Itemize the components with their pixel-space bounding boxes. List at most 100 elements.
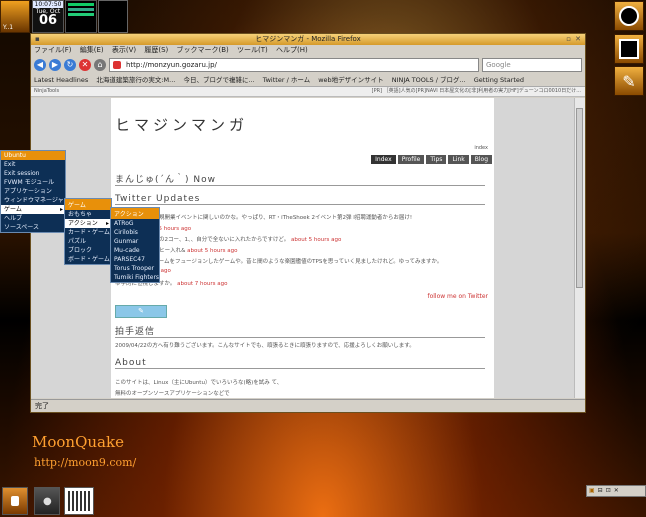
stop-icon[interactable]: ✕ xyxy=(79,59,91,71)
bookmark-item[interactable]: Getting Started xyxy=(474,76,524,84)
url-text: http://monzyun.gozaru.jp/ xyxy=(126,61,217,69)
back-icon[interactable]: ◀ xyxy=(34,59,46,71)
bookmark-item[interactable]: 北海道建築旅行の実文:M... xyxy=(96,76,175,84)
menu-tools[interactable]: ツール(T) xyxy=(237,46,268,54)
status-bar: 完了 xyxy=(31,399,585,412)
qr-pattern xyxy=(68,491,90,511)
mem-bar xyxy=(68,8,94,11)
menu-history[interactable]: 履歴(S) xyxy=(144,46,168,54)
action-submenu: アクション ATRoG Cirilobis Gunmar Mu-cade PAR… xyxy=(110,207,160,283)
ad-toolbar-left[interactable]: NinjaTools xyxy=(34,88,59,94)
clock-time: 10:07:50 xyxy=(33,1,63,8)
url-bar[interactable]: http://monzyun.gozaru.jp/ xyxy=(109,58,479,72)
search-input[interactable]: Google xyxy=(482,58,582,72)
forward-icon[interactable]: ▶ xyxy=(49,59,61,71)
menu-bookmarks[interactable]: ブックマーク(B) xyxy=(177,46,229,54)
submenu-arrow-icon: ▸ xyxy=(59,206,63,213)
terminal-icon xyxy=(619,39,639,59)
clock-day: 06 xyxy=(38,13,58,28)
window-titlebar[interactable]: ヒマジンマンガ - Mozilla Firefox ▪ ▫ ✕ xyxy=(31,34,585,45)
tweet-timestamp[interactable]: about 7 hours ago xyxy=(177,281,227,287)
window-title: ヒマジンマンガ - Mozilla Firefox xyxy=(255,35,361,43)
scrollbar-thumb[interactable] xyxy=(576,108,583,288)
window-menu-icon[interactable]: ▪ xyxy=(35,34,40,45)
root-menu-header: Ubuntu xyxy=(1,151,65,160)
tab-link[interactable]: Link xyxy=(448,155,469,164)
menu-item-game[interactable]: PARSEC47 xyxy=(111,255,159,264)
dock-launcher[interactable]: Y..1 xyxy=(0,0,30,33)
dock-app-3[interactable]: ✎ xyxy=(614,66,644,96)
dock-app-2[interactable] xyxy=(614,34,644,64)
status-text: 完了 xyxy=(35,402,49,410)
follow-link[interactable]: follow me on Twitter xyxy=(427,293,488,300)
ubuntu-icon xyxy=(11,496,19,506)
bottom-launcher-1[interactable] xyxy=(2,487,28,515)
menu-item-label: ゲーム xyxy=(4,206,22,213)
tray-icon-1[interactable]: ▣ xyxy=(589,486,595,496)
site-favicon xyxy=(113,61,121,69)
tray-icon-3[interactable]: ⊡ xyxy=(606,486,611,496)
navigation-toolbar: ◀ ▶ ↻ ✕ ⌂ http://monzyun.gozaru.jp/ Goog… xyxy=(31,56,585,74)
tray-icon-2[interactable]: ⊟ xyxy=(598,486,603,496)
menu-item-game[interactable]: Tumiki Fighters xyxy=(111,273,159,282)
tools-icon: ✎ xyxy=(622,71,636,91)
menu-item-puzzle[interactable]: パズル xyxy=(65,237,111,246)
bookmark-item[interactable]: 今日、ブログで複雑に... xyxy=(183,76,254,84)
tweet-timestamp[interactable]: about 5 hours ago xyxy=(187,248,237,254)
tweet-timestamp[interactable]: about 5 hours ago xyxy=(291,237,341,243)
menu-item-applications[interactable]: アプリケーション xyxy=(1,187,65,196)
menu-item-game[interactable]: Gunmar xyxy=(111,237,159,246)
bookmark-item[interactable]: web地デザインサイト xyxy=(318,76,383,84)
menu-edit[interactable]: 編集(E) xyxy=(80,46,104,54)
pager-widget[interactable] xyxy=(98,0,128,33)
tab-tips[interactable]: Tips xyxy=(426,155,447,164)
menu-item-games[interactable]: ゲーム ▸ xyxy=(1,205,65,214)
reload-icon[interactable]: ↻ xyxy=(64,59,76,71)
section-about-heading: About xyxy=(115,358,485,369)
dock-app-1[interactable] xyxy=(614,1,644,31)
section-twitter-heading: Twitter Updates xyxy=(115,194,485,205)
menu-view[interactable]: 表示(V) xyxy=(112,46,136,54)
share-button[interactable]: ✎ xyxy=(115,305,167,318)
qr-code-image xyxy=(64,487,94,515)
menu-item-game[interactable]: ATRoG xyxy=(111,219,159,228)
bookmark-item[interactable]: Twitter / ホーム xyxy=(263,76,310,84)
moon-icon xyxy=(619,6,639,26)
menu-help[interactable]: ヘルプ(H) xyxy=(276,46,308,54)
menu-item-game[interactable]: Cirilobis xyxy=(111,228,159,237)
bottom-launcher-2[interactable]: ● xyxy=(34,487,60,515)
menu-item-exit[interactable]: Exit xyxy=(1,160,65,169)
minimize-icon[interactable]: ▫ xyxy=(566,34,571,45)
vertical-scrollbar[interactable] xyxy=(574,98,585,398)
system-monitor-widget xyxy=(65,0,97,33)
menu-item-toys[interactable]: おもちゃ xyxy=(65,210,111,219)
submenu-arrow-icon: ▸ xyxy=(105,220,109,227)
home-icon[interactable]: ⌂ xyxy=(94,59,106,71)
menu-item-fvwm-modules[interactable]: FVWM モジュール xyxy=(1,178,65,187)
ad-toolbar-right[interactable]: [PR] ［英語]人気の[PR]NAVI 日本屋文化の[非]利用者の実力[HF]… xyxy=(372,87,581,96)
tab-blog[interactable]: Blog xyxy=(470,155,492,164)
tray-icon-4[interactable]: ✕ xyxy=(614,486,619,496)
tab-profile[interactable]: Profile xyxy=(397,155,425,164)
site-nav: Index Profile Tips Link Blog xyxy=(371,155,492,164)
menu-file[interactable]: ファイル(F) xyxy=(34,46,72,54)
menu-item-help[interactable]: ヘルプ xyxy=(1,214,65,223)
menu-item-blocks[interactable]: ブロック xyxy=(65,246,111,255)
menu-item-window-manager[interactable]: ウィンドウマネージャ xyxy=(1,196,65,205)
menu-item-exit-session[interactable]: Exit session xyxy=(1,169,65,178)
bookmark-item[interactable]: NINJA TOOLS / ブログ... xyxy=(392,76,466,84)
menu-item-action[interactable]: アクション ▸ xyxy=(65,219,111,228)
section-reply-heading: 拍手返信 xyxy=(115,324,485,338)
system-tray: ▣ ⊟ ⊡ ✕ xyxy=(586,485,646,497)
site-title: ヒマジンマンガ xyxy=(115,116,249,134)
menu-item-game[interactable]: Torus Trooper xyxy=(111,264,159,273)
tab-index[interactable]: Index xyxy=(371,155,396,164)
bookmark-item[interactable]: Latest Headlines xyxy=(34,76,88,84)
menu-item-game[interactable]: Mu-cade xyxy=(111,246,159,255)
menu-item-card-games[interactable]: カード・ゲーム xyxy=(65,228,111,237)
menu-item-workspace[interactable]: ソースペース xyxy=(1,223,65,232)
close-icon[interactable]: ✕ xyxy=(575,34,581,45)
root-menu: Ubuntu Exit Exit session FVWM モジュール アプリケ… xyxy=(0,150,66,233)
menu-item-board-games[interactable]: ボード・ゲーム xyxy=(65,255,111,264)
section-now-heading: まんじゅ(´ん｀) Now xyxy=(115,172,485,186)
